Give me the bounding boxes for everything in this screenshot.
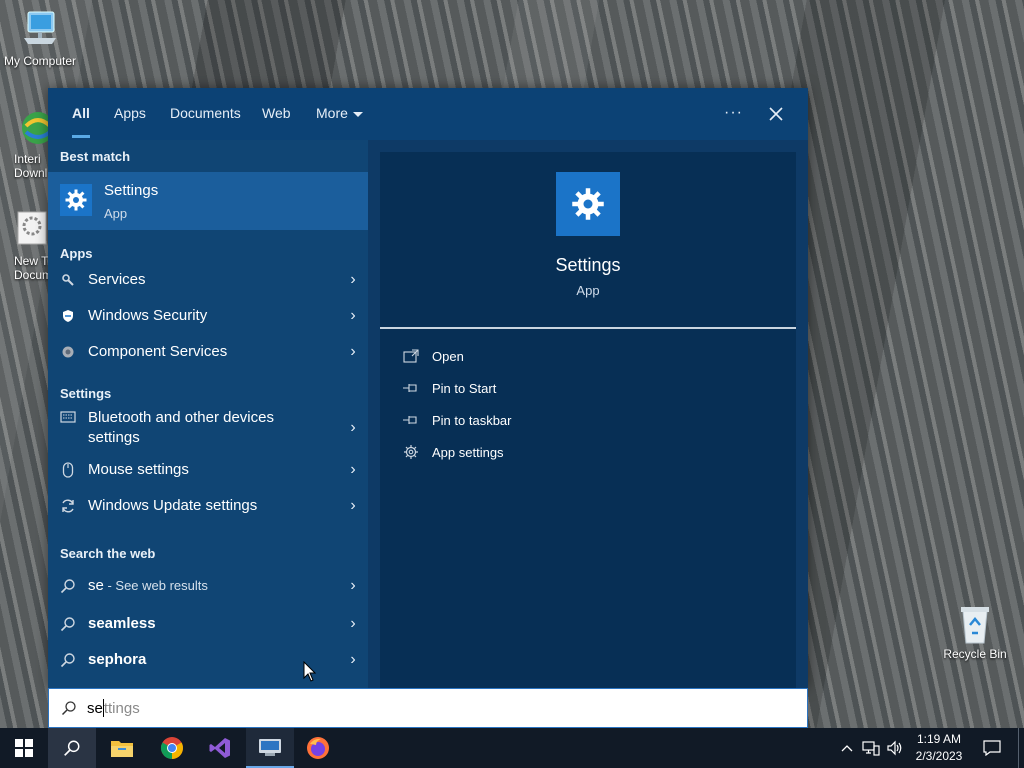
- result-windows-security[interactable]: Windows Security ›: [48, 300, 368, 332]
- services-icon: [60, 272, 76, 288]
- chevron-down-icon: [352, 111, 363, 117]
- search-icon: [60, 616, 76, 632]
- chrome-icon: [161, 737, 183, 759]
- desktop-icon-my-computer[interactable]: My Computer: [0, 10, 80, 68]
- desktop-icon-label: My Computer: [3, 54, 77, 68]
- result-services[interactable]: Services ›: [48, 264, 368, 296]
- shield-icon: [60, 308, 76, 324]
- result-preview: Settings App Open Pin to Start Pin to ta…: [380, 152, 796, 688]
- chevron-right-icon[interactable]: ›: [338, 497, 368, 515]
- tab-documents[interactable]: Documents: [170, 88, 241, 140]
- gear-icon: [60, 184, 92, 216]
- search-icon: [61, 700, 77, 716]
- close-icon: [769, 107, 783, 121]
- chevron-right-icon[interactable]: ›: [338, 461, 368, 479]
- taskbar-chrome[interactable]: [148, 728, 196, 768]
- firefox-icon: [307, 737, 329, 759]
- tab-web[interactable]: Web: [262, 88, 291, 140]
- chevron-right-icon[interactable]: ›: [338, 419, 368, 437]
- chevron-right-icon[interactable]: ›: [338, 615, 368, 633]
- action-pin-to-taskbar[interactable]: Pin to taskbar: [402, 412, 512, 428]
- section-best-match: Best match: [60, 149, 131, 164]
- search-icon: [60, 652, 76, 668]
- speaker-icon: [887, 740, 902, 756]
- chevron-right-icon[interactable]: ›: [338, 307, 368, 325]
- search-icon: [60, 578, 76, 594]
- action-center-button[interactable]: [976, 728, 1008, 768]
- tab-apps[interactable]: Apps: [114, 88, 146, 140]
- section-apps: Apps: [60, 246, 93, 261]
- network-app-icon: [259, 739, 281, 756]
- show-hidden-icons-button[interactable]: [838, 728, 856, 768]
- search-icon: [64, 740, 80, 756]
- folder-icon: [111, 741, 133, 757]
- taskbar: 1:19 AM 2/3/2023: [0, 728, 1024, 768]
- taskbar-visual-studio[interactable]: [196, 728, 244, 768]
- action-app-settings[interactable]: App settings: [402, 444, 504, 460]
- search-typed-text: se: [87, 699, 103, 717]
- results-list: Best match Settings App Apps Services › …: [48, 140, 368, 688]
- preview-title: Settings: [555, 255, 621, 275]
- result-component-services[interactable]: Component Services ›: [48, 336, 368, 368]
- chevron-up-icon: [841, 745, 853, 752]
- result-mouse-settings[interactable]: Mouse settings ›: [48, 454, 368, 486]
- action-open[interactable]: Open: [402, 348, 464, 364]
- web-result-se[interactable]: se - See web results ›: [48, 568, 368, 604]
- best-match-subtitle: App: [104, 206, 128, 221]
- mouse-icon: [60, 462, 76, 478]
- start-button[interactable]: [0, 728, 48, 768]
- notification-icon: [983, 740, 1001, 756]
- preview-subtitle: App: [576, 283, 600, 298]
- tab-all[interactable]: All: [72, 88, 90, 140]
- component-services-icon: [60, 344, 76, 360]
- search-input[interactable]: se ttings: [48, 688, 808, 728]
- gear-icon: [402, 444, 420, 460]
- taskbar-network-app[interactable]: [246, 728, 294, 768]
- devices-icon: [60, 410, 76, 426]
- search-tabs-bar: All Apps Documents Web More ···: [48, 88, 808, 140]
- pin-icon: [402, 412, 420, 428]
- clock-time: 1:19 AM: [916, 732, 962, 746]
- network-status-button[interactable]: [860, 728, 882, 768]
- chevron-right-icon[interactable]: ›: [338, 651, 368, 669]
- search-suggestion-text: ttings: [103, 699, 140, 717]
- gear-icon: [556, 172, 620, 236]
- section-search-web: Search the web: [60, 546, 156, 561]
- windows-logo-icon: [15, 739, 33, 757]
- search-panel: All Apps Documents Web More ··· Best mat…: [48, 88, 808, 688]
- web-result-seamless[interactable]: seamless ›: [48, 606, 368, 642]
- best-match-settings[interactable]: Settings App: [48, 172, 368, 230]
- clock[interactable]: 1:19 AM 2/3/2023: [910, 728, 968, 768]
- text-document-icon: [16, 210, 48, 250]
- visual-studio-icon: [209, 738, 230, 758]
- mouse-pointer-icon: [303, 661, 317, 682]
- network-icon: [862, 741, 880, 756]
- action-pin-to-start[interactable]: Pin to Start: [402, 380, 496, 396]
- desktop-icon-recycle-bin[interactable]: Recycle Bin: [935, 603, 1015, 661]
- refresh-icon: [60, 498, 76, 514]
- desktop-icon-label: Recycle Bin: [943, 647, 1007, 661]
- tab-more[interactable]: More: [316, 88, 363, 140]
- options-button[interactable]: ···: [724, 88, 743, 140]
- best-match-title: Settings: [104, 182, 159, 199]
- web-result-sephora[interactable]: sephora ›: [48, 642, 368, 678]
- close-button[interactable]: [766, 88, 786, 140]
- preview-divider: [380, 327, 796, 329]
- section-settings: Settings: [60, 386, 112, 401]
- open-icon: [402, 348, 420, 364]
- volume-button[interactable]: [884, 728, 906, 768]
- clock-date: 2/3/2023: [915, 749, 963, 763]
- taskbar-search-button[interactable]: [48, 728, 96, 768]
- show-desktop-button[interactable]: [1018, 728, 1024, 768]
- result-bluetooth-settings[interactable]: Bluetooth and other devices settings ›: [48, 406, 368, 450]
- taskbar-firefox[interactable]: [294, 728, 342, 768]
- chevron-right-icon[interactable]: ›: [338, 271, 368, 289]
- taskbar-file-explorer[interactable]: [98, 728, 146, 768]
- chevron-right-icon[interactable]: ›: [338, 577, 368, 595]
- chevron-right-icon[interactable]: ›: [338, 343, 368, 361]
- recycle-bin-icon: [953, 603, 997, 644]
- pin-icon: [402, 380, 420, 396]
- result-windows-update-settings[interactable]: Windows Update settings ›: [48, 490, 368, 522]
- computer-icon: [18, 10, 62, 50]
